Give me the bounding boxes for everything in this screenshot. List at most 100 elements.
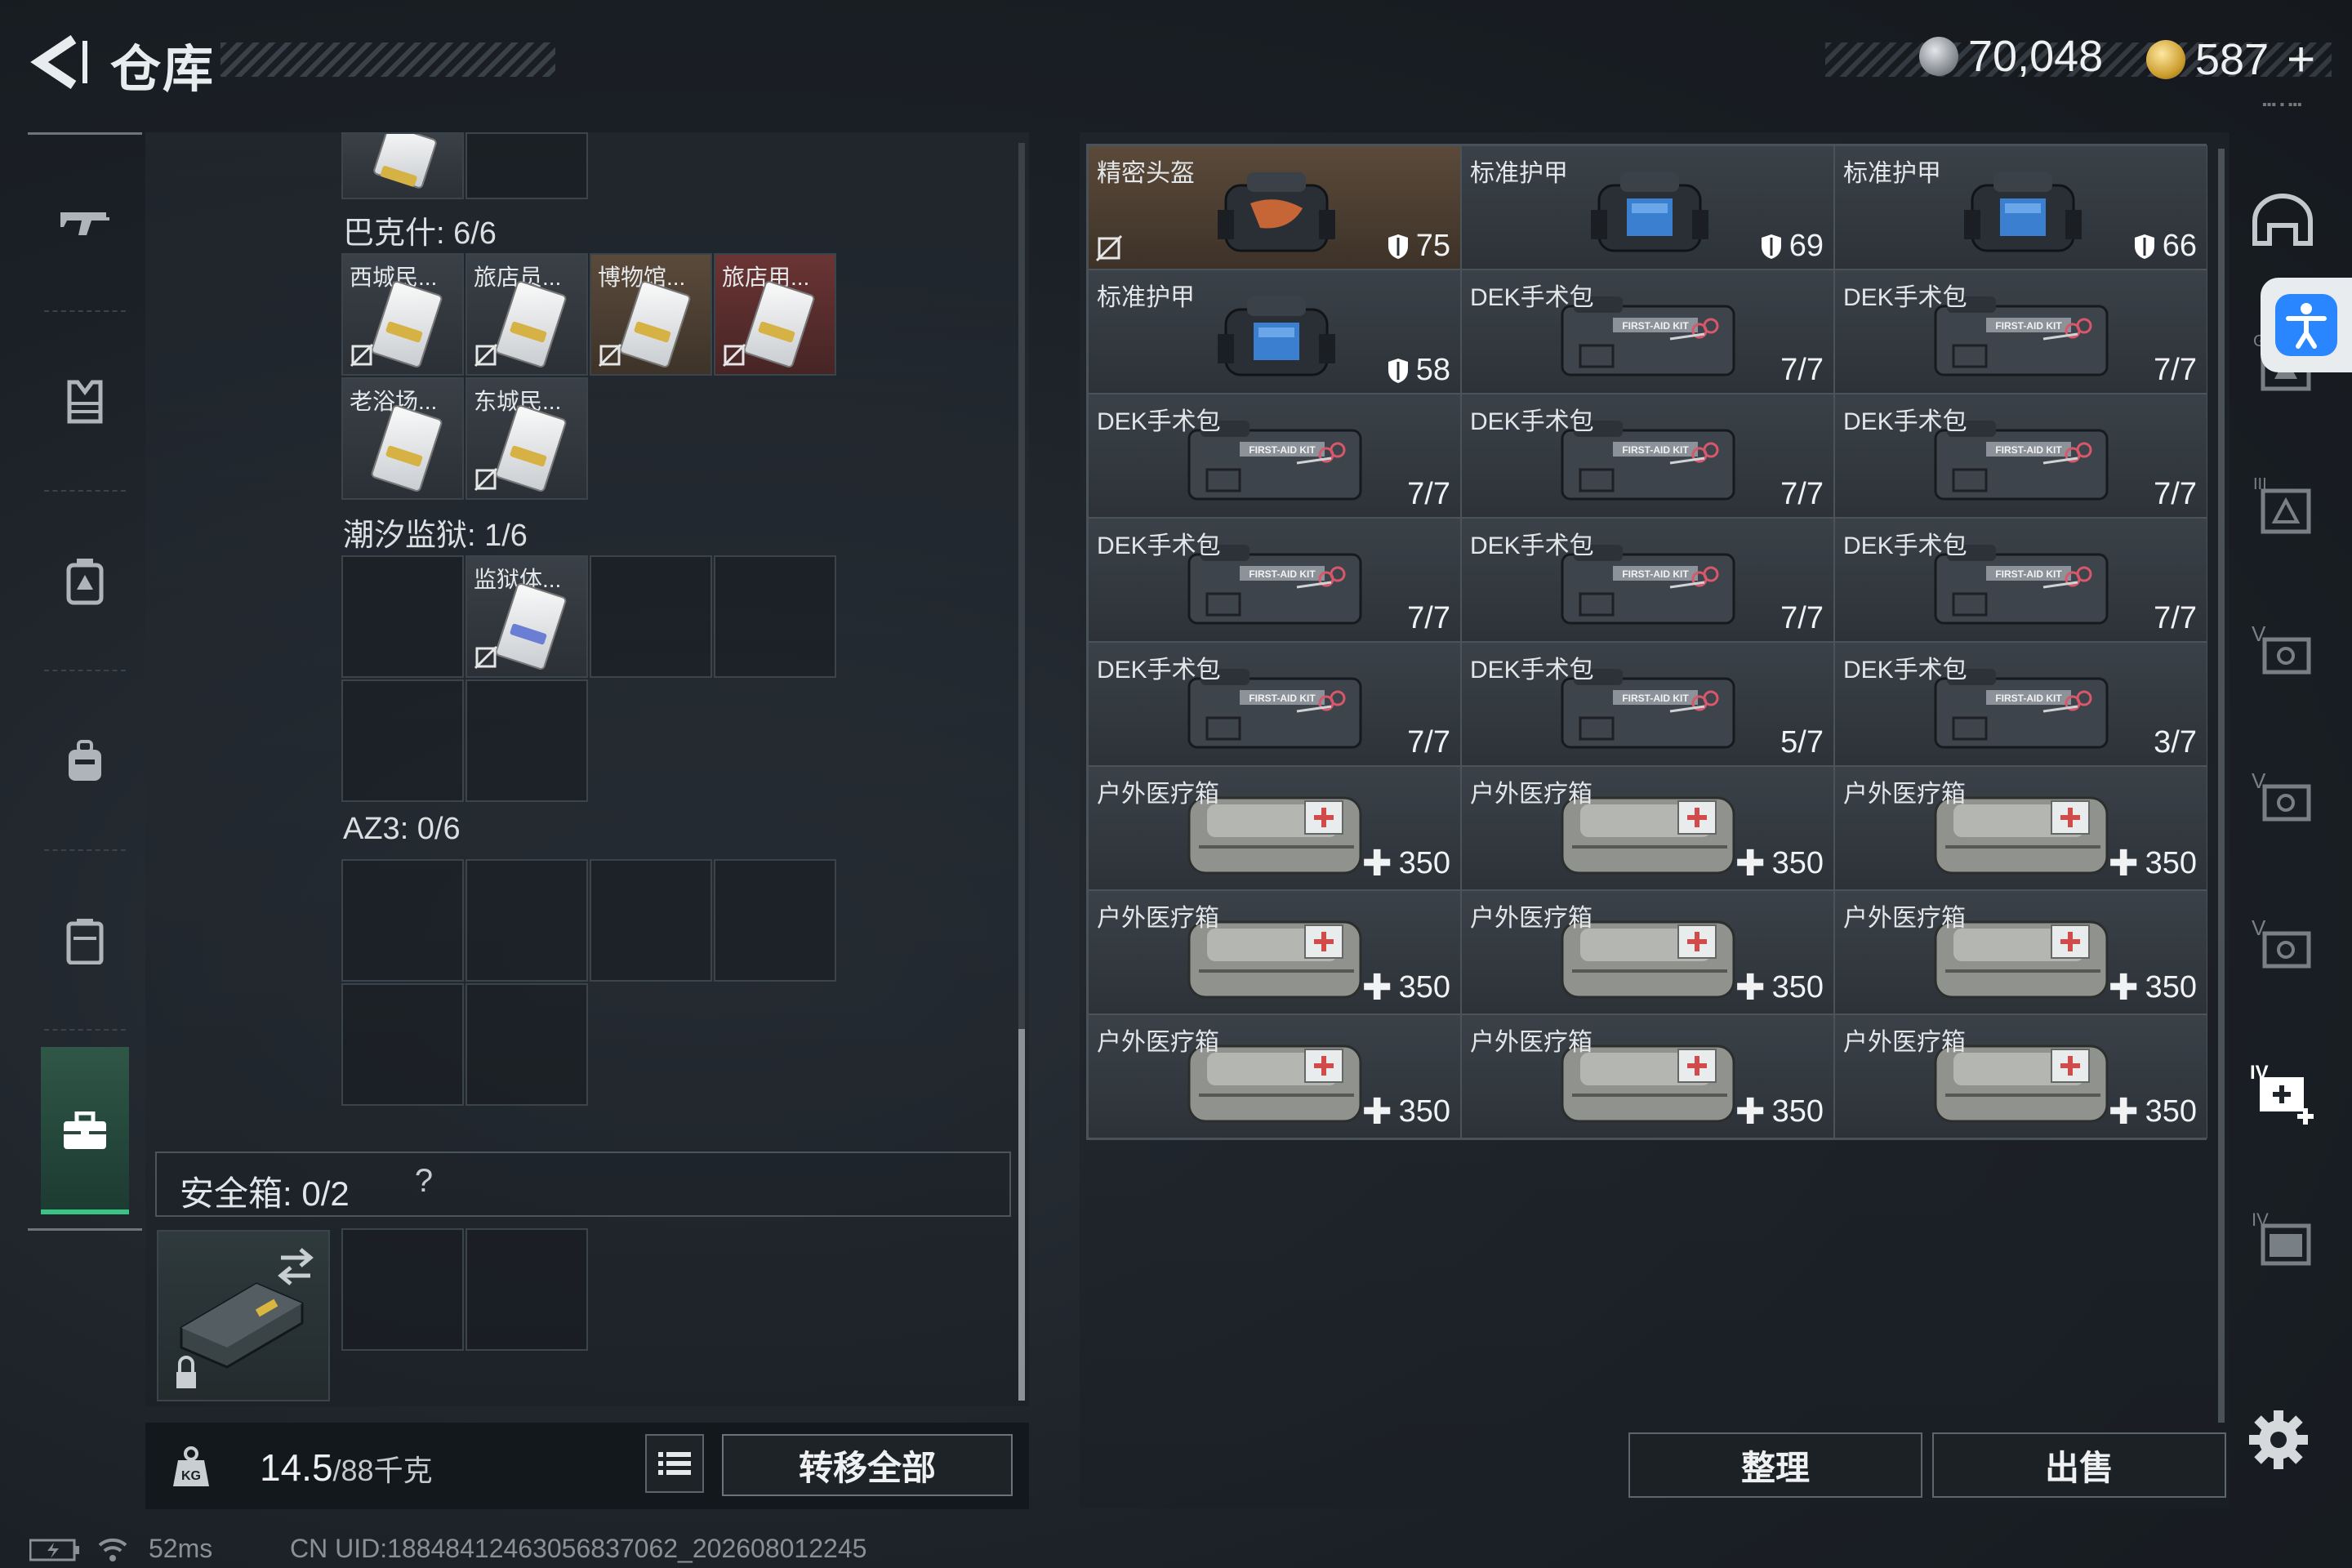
nav-backpack[interactable] xyxy=(28,671,142,851)
nav-weapons[interactable] xyxy=(28,132,142,312)
filter-helmet[interactable] xyxy=(2238,173,2328,263)
accessibility-button[interactable] xyxy=(2261,278,2352,372)
equipment-scrollbar[interactable] xyxy=(1018,143,1025,1401)
no-bind-icon xyxy=(722,343,746,368)
no-bind-icon xyxy=(474,343,498,368)
key-slot-1[interactable]: 西城民... xyxy=(341,253,464,376)
stash-item-armor[interactable]: 标准护甲 66 xyxy=(1834,145,2207,270)
stash-item-medbox[interactable]: 户外医疗箱 ✚ 350 xyxy=(1461,1014,1834,1138)
key-slot-2[interactable]: 旅店员... xyxy=(466,253,588,376)
item-value: 7/7 xyxy=(2154,601,2197,636)
empty-slot[interactable] xyxy=(341,983,464,1106)
empty-slot[interactable] xyxy=(590,555,712,678)
empty-slot[interactable] xyxy=(466,983,588,1106)
item-value: 75 xyxy=(1387,229,1450,264)
stash-item-medbox[interactable]: 户外医疗箱 ✚ 350 xyxy=(1834,890,2207,1014)
item-value: 7/7 xyxy=(1407,725,1450,760)
filter-armor-5c[interactable]: V xyxy=(2238,900,2328,990)
heal-plus-icon: ✚ xyxy=(1361,968,1392,1008)
item-value: 7/7 xyxy=(1407,601,1450,636)
keycard-icon xyxy=(494,279,568,369)
filter-armor-3[interactable]: III xyxy=(2238,459,2328,549)
nav-armor[interactable] xyxy=(28,312,142,492)
stash-item-medbox[interactable]: 户外医疗箱 ✚ 350 xyxy=(1088,1014,1461,1138)
armor-tier-5b-icon: V xyxy=(2252,768,2311,822)
filter-armor-4-add[interactable]: IV xyxy=(2238,1047,2328,1137)
svg-text:FIRST-AID KIT: FIRST-AID KIT xyxy=(1249,693,1316,704)
nav-case[interactable] xyxy=(28,851,142,1031)
stash-item-kit[interactable]: FIRST-AID KIT DEK手术包 7/7 xyxy=(1461,394,1834,518)
stash-item-helmet[interactable]: 精密头盔 75 xyxy=(1088,145,1461,270)
keycard-icon xyxy=(494,403,568,493)
heal-plus-icon: ✚ xyxy=(2108,1092,2139,1132)
scrollbar-thumb[interactable] xyxy=(1018,1029,1025,1401)
safebox-slot[interactable] xyxy=(341,1228,464,1351)
empty-slot[interactable] xyxy=(341,555,464,678)
item-value-text: 5/7 xyxy=(1780,725,1824,760)
no-bind-icon xyxy=(598,343,622,368)
ping-value: 52ms xyxy=(149,1534,213,1563)
back-arrow-icon[interactable] xyxy=(24,29,90,95)
add-currency-button[interactable]: + xyxy=(2287,31,2315,87)
filter-armor-4[interactable]: IV xyxy=(2238,1194,2328,1284)
weight-max: /88千克 xyxy=(332,1454,433,1487)
nav-briefcase[interactable] xyxy=(41,1047,129,1214)
safebox-slot[interactable] xyxy=(466,1228,588,1351)
item-slot-partial[interactable] xyxy=(341,132,464,199)
list-view-button[interactable] xyxy=(645,1434,704,1493)
safebox-icon xyxy=(176,1248,314,1388)
stash-item-medbox[interactable]: 户外医疗箱 ✚ 350 xyxy=(1461,766,1834,890)
stash-item-armor[interactable]: 标准护甲 58 xyxy=(1088,270,1461,394)
stash-item-kit[interactable]: FIRST-AID KIT DEK手术包 7/7 xyxy=(1834,518,2207,642)
empty-slot[interactable] xyxy=(466,859,588,982)
key-slot-6[interactable]: 东城民... xyxy=(466,377,588,500)
item-value-text: 350 xyxy=(2145,1094,2197,1129)
stash-item-kit[interactable]: FIRST-AID KIT DEK手术包 7/7 xyxy=(1088,518,1461,642)
safebox-item[interactable] xyxy=(157,1230,330,1401)
empty-slot[interactable] xyxy=(341,679,464,802)
empty-slot[interactable] xyxy=(466,132,588,199)
stash-item-kit[interactable]: FIRST-AID KIT DEK手术包 7/7 xyxy=(1088,394,1461,518)
key-slot-prison[interactable]: 监狱体... xyxy=(466,555,588,678)
item-value-text: 7/7 xyxy=(1407,601,1450,635)
stash-item-kit[interactable]: FIRST-AID KIT DEK手术包 3/7 xyxy=(1834,642,2207,766)
nav-separator xyxy=(44,1029,126,1031)
stash-item-medbox[interactable]: 户外医疗箱 ✚ 350 xyxy=(1834,766,2207,890)
sort-button[interactable]: 整理 xyxy=(1628,1432,1922,1498)
helmet-icon xyxy=(1218,172,1335,252)
stash-item-medbox[interactable]: 户外医疗箱 ✚ 350 xyxy=(1088,890,1461,1014)
stash-item-medbox[interactable]: 户外医疗箱 ✚ 350 xyxy=(1461,890,1834,1014)
item-name: DEK手术包 xyxy=(1470,408,1594,435)
filter-armor-5b[interactable]: V xyxy=(2238,753,2328,843)
stash-item-kit[interactable]: FIRST-AID KIT DEK手术包 7/7 xyxy=(1461,270,1834,394)
stash-item-kit[interactable]: FIRST-AID KIT DEK手术包 5/7 xyxy=(1461,642,1834,766)
item-name: 户外医疗箱 xyxy=(1097,905,1219,932)
empty-slot[interactable] xyxy=(466,679,588,802)
stash-item-kit[interactable]: FIRST-AID KIT DEK手术包 7/7 xyxy=(1834,270,2207,394)
empty-slot[interactable] xyxy=(714,555,836,678)
settings-gear-icon[interactable] xyxy=(2247,1409,2310,1471)
nav-chest-rig[interactable] xyxy=(28,492,142,671)
empty-slot[interactable] xyxy=(714,859,836,982)
stash-item-kit[interactable]: FIRST-AID KIT DEK手术包 7/7 xyxy=(1088,642,1461,766)
item-value: 58 xyxy=(1387,353,1450,388)
stash-item-armor[interactable]: 标准护甲 69 xyxy=(1461,145,1834,270)
empty-slot[interactable] xyxy=(341,859,464,982)
filter-armor-5[interactable]: V xyxy=(2238,606,2328,696)
item-value-text: 350 xyxy=(1398,970,1450,1004)
stash-item-medbox[interactable]: 户外医疗箱 ✚ 350 xyxy=(1088,766,1461,890)
key-slot-5[interactable]: 老浴场... xyxy=(341,377,464,500)
key-slot-3[interactable]: 博物馆... xyxy=(590,253,712,376)
empty-slot[interactable] xyxy=(590,859,712,982)
stash-item-kit[interactable]: FIRST-AID KIT DEK手术包 7/7 xyxy=(1461,518,1834,642)
help-icon[interactable]: ? xyxy=(403,1163,444,1204)
armor-bag-icon xyxy=(1218,296,1335,376)
item-name: DEK手术包 xyxy=(1097,408,1221,435)
key-slot-4[interactable]: 旅店用... xyxy=(714,253,836,376)
sell-button[interactable]: 出售 xyxy=(1932,1432,2226,1498)
stash-item-kit[interactable]: FIRST-AID KIT DEK手术包 7/7 xyxy=(1834,394,2207,518)
status-bar: 52ms CN UID:18848412463056837062_2026080… xyxy=(0,1532,2352,1568)
item-name: DEK手术包 xyxy=(1843,408,1967,435)
stash-item-medbox[interactable]: 户外医疗箱 ✚ 350 xyxy=(1834,1014,2207,1138)
transfer-all-button[interactable]: 转移全部 xyxy=(722,1434,1013,1496)
